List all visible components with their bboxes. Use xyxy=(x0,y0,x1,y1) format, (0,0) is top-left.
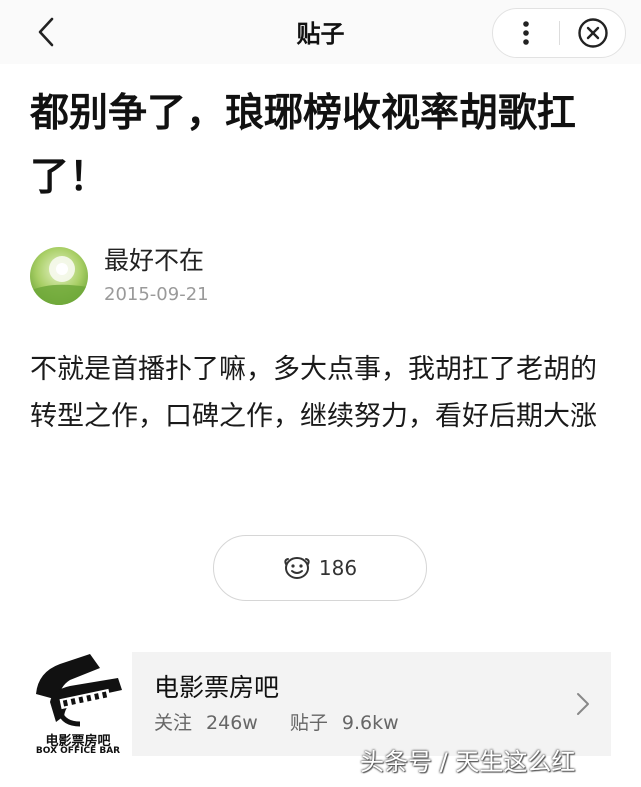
emoji-icon xyxy=(284,557,310,579)
forum-card[interactable]: 电影票房吧 关注 246w 贴子 9.6kw xyxy=(132,652,611,756)
follow-count: 246w xyxy=(206,712,258,734)
more-button[interactable] xyxy=(493,9,559,57)
forum-name: 电影票房吧 xyxy=(154,673,280,702)
top-nav-bar: 贴子 xyxy=(0,0,641,64)
chevron-right-icon xyxy=(577,693,589,715)
author-name[interactable]: 最好不在 xyxy=(104,241,204,277)
post-title: 都别争了，琅琊榜收视率胡歌扛了！ xyxy=(30,91,577,200)
logo-text-en: BOX OFFICE BAR xyxy=(35,746,121,756)
dandelion-avatar-image xyxy=(30,247,88,305)
forum-logo[interactable]: 电影票房吧 BOX OFFICE BAR xyxy=(30,650,126,760)
posts-label: 贴子 xyxy=(289,712,328,734)
forum-stats: 关注 246w 贴子 9.6kw xyxy=(154,708,413,735)
follow-label: 关注 xyxy=(154,712,193,734)
like-count: 186 xyxy=(318,556,358,580)
posts-count: 9.6kw xyxy=(341,712,399,734)
close-button[interactable] xyxy=(560,9,626,57)
watermark: 头条号 / 天生这么红 xyxy=(360,748,576,776)
post-body: 不就是首播扑了嘛，多大点事，我胡扛了老胡的转型之作，口碑之作，继续努力，看好后期… xyxy=(30,354,597,432)
film-reel-logo-icon xyxy=(36,654,122,727)
author-avatar[interactable] xyxy=(30,247,88,305)
mini-program-capsule xyxy=(492,8,626,58)
more-vertical-icon xyxy=(523,21,529,45)
post-date: 2015-09-21 xyxy=(104,284,209,305)
like-button[interactable]: 186 xyxy=(213,535,427,601)
close-circle-icon xyxy=(578,18,608,48)
